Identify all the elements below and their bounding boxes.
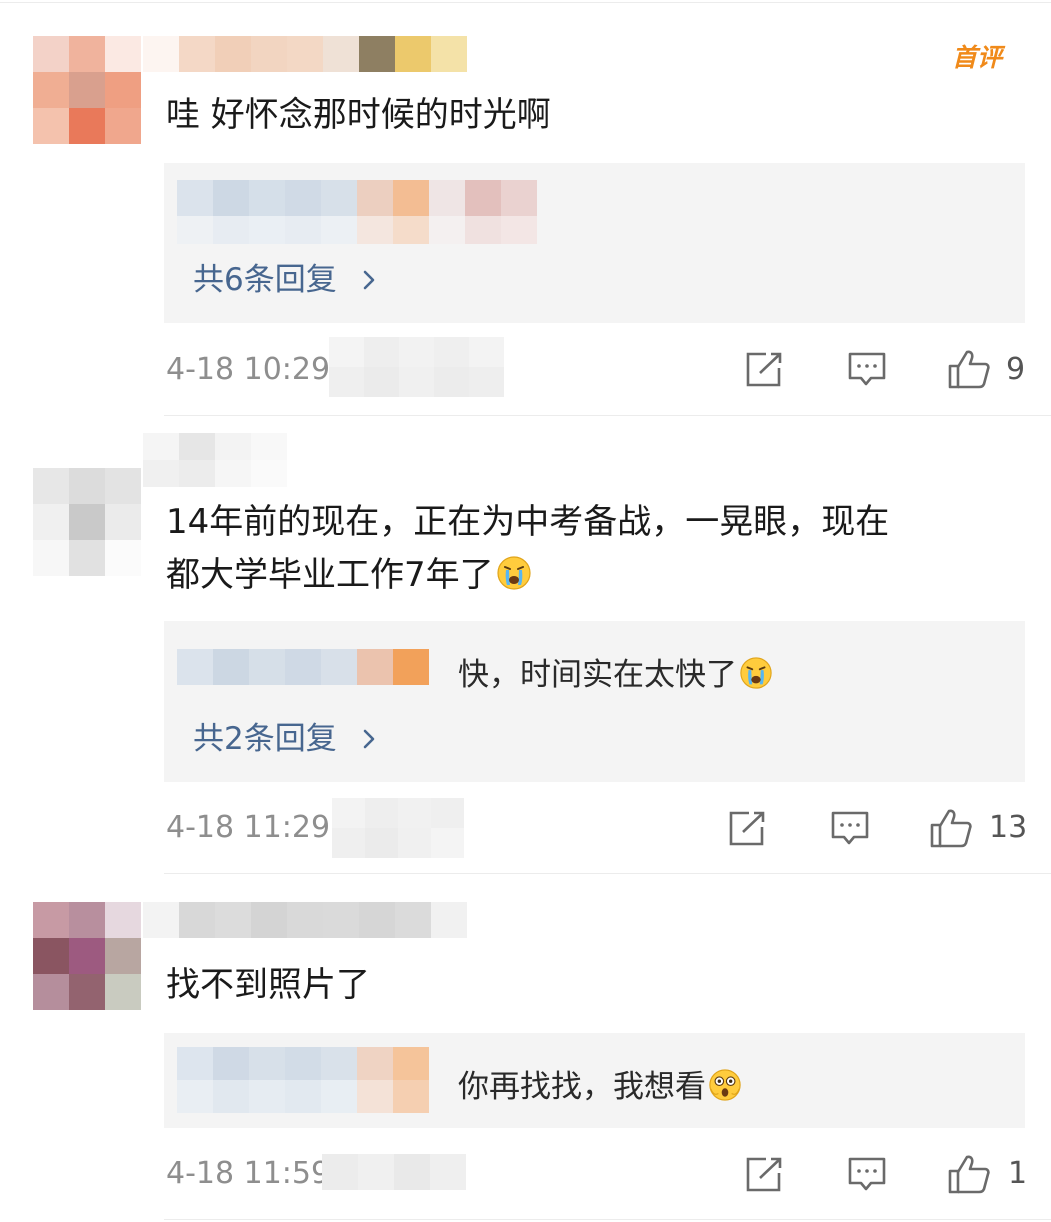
username-blurred[interactable] (143, 36, 467, 72)
reply-preview-box[interactable] (164, 163, 1025, 323)
avatar[interactable] (33, 36, 141, 144)
reply-preview-box[interactable]: 你再找找，我想看 (164, 1033, 1025, 1128)
chevron-right-icon (361, 262, 377, 298)
comment-icon[interactable] (847, 1156, 887, 1194)
top-divider (0, 2, 1051, 3)
comment-text: 找不到照片了 (166, 965, 370, 1005)
username-blurred[interactable] (143, 433, 287, 487)
location-blurred (332, 798, 464, 858)
like-count: 1 (1008, 1156, 1028, 1191)
bottom-divider (164, 1219, 1051, 1220)
share-icon[interactable] (744, 351, 784, 389)
reply-author-blurred (177, 1047, 429, 1113)
like-icon[interactable] (929, 807, 973, 849)
reply-author-blurred (177, 180, 537, 244)
crying-emoji-icon (496, 554, 532, 607)
reply-count-label: 共6条回复 (193, 262, 337, 298)
like-icon[interactable] (947, 1153, 991, 1195)
reply-preview-text: 你再找找，我想看 (458, 1061, 742, 1110)
view-replies-link[interactable]: 共2条回复 (193, 713, 377, 758)
avatar[interactable] (33, 468, 141, 576)
reply-preview-text: 快，时间实在太快了 (458, 649, 773, 698)
comment-divider (164, 873, 1051, 874)
username-blurred[interactable] (143, 902, 467, 938)
first-comment-badge: 首评 (952, 43, 1003, 72)
chevron-right-icon (361, 721, 377, 757)
reply-author-blurred (177, 649, 429, 685)
like-icon[interactable] (947, 348, 991, 390)
crying-emoji-icon (739, 656, 773, 698)
share-icon[interactable] (744, 1156, 784, 1194)
share-icon[interactable] (727, 810, 767, 848)
location-blurred (322, 1154, 466, 1190)
comment-divider (164, 415, 1051, 416)
comment-text-line: 14年前的现在，正在为中考备战，一晃眼，现在 (166, 502, 890, 542)
comment-icon[interactable] (830, 810, 870, 848)
comment-text-line: 都大学毕业工作7年了 (166, 555, 494, 595)
shocked-emoji-icon (708, 1068, 742, 1110)
comment-text: 哇 好怀念那时候的时光啊 (166, 95, 551, 135)
location-blurred (329, 337, 504, 397)
reply-count-label: 共2条回复 (193, 721, 337, 757)
comment-time: 4-18 10:29 (166, 352, 331, 387)
comment-time: 4-18 11:29 (166, 810, 331, 845)
comment-time: 4-18 11:59 (166, 1156, 331, 1191)
comment-text: 14年前的现在，正在为中考备战，一晃眼，现在 都大学毕业工作7年了 (166, 496, 889, 607)
comment-icon[interactable] (847, 351, 887, 389)
view-replies-link[interactable]: 共6条回复 (193, 254, 377, 299)
like-count: 9 (1006, 352, 1026, 387)
like-count: 13 (989, 810, 1028, 845)
avatar[interactable] (33, 902, 141, 1010)
